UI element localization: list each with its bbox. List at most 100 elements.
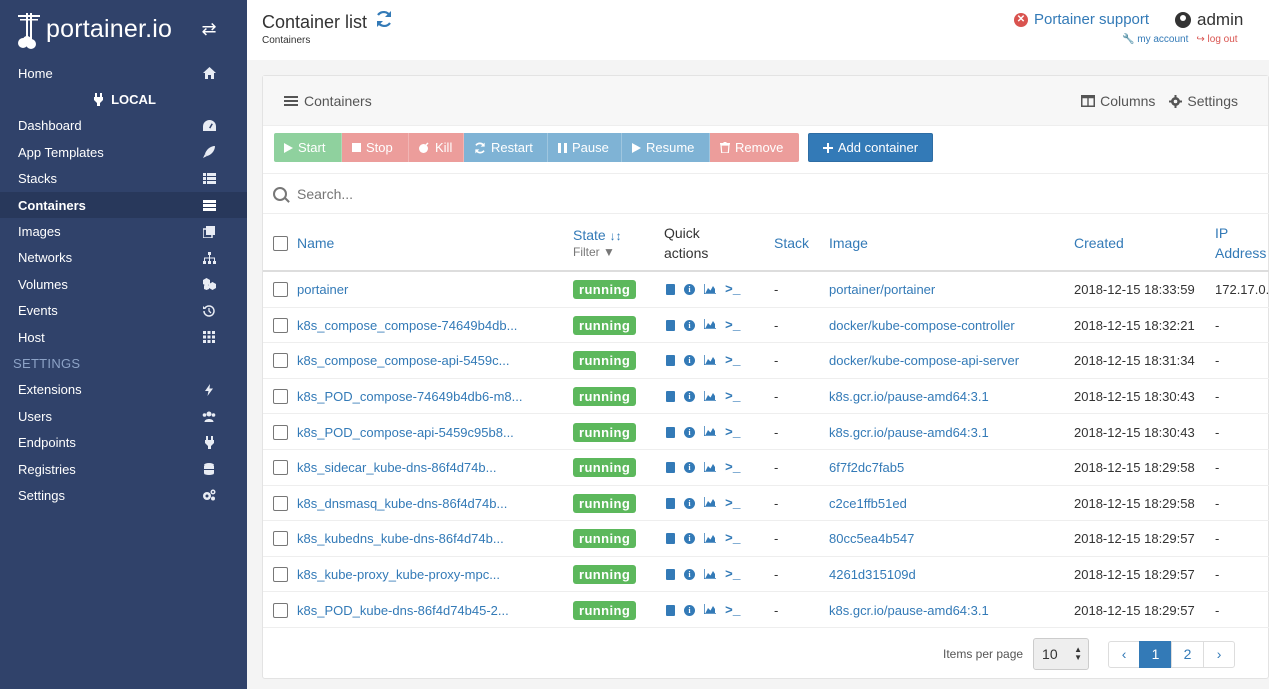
sidebar-item-host[interactable]: Host [0,324,247,350]
logs-icon[interactable] [666,426,675,438]
stats-icon[interactable] [703,568,716,582]
row-checkbox[interactable] [273,353,288,369]
image-column-header[interactable]: Image [829,214,868,272]
info-icon[interactable]: i [684,284,695,296]
kill-button[interactable]: Kill [409,133,464,162]
stats-icon[interactable] [703,390,716,404]
pause-button[interactable]: Pause [548,133,622,162]
start-button[interactable]: Start [274,133,342,162]
logs-icon[interactable] [666,569,675,581]
sidebar-item-networks[interactable]: Networks [0,245,247,271]
console-icon[interactable]: >_ [725,460,741,475]
image-link[interactable]: 4261d315109d [829,557,916,593]
restart-button[interactable]: Restart [464,133,548,162]
stats-icon[interactable] [703,532,716,546]
sidebar-item-endpoints[interactable]: Endpoints [0,429,247,455]
logs-icon[interactable] [666,319,675,331]
info-icon[interactable]: i [684,569,695,581]
container-name-link[interactable]: k8s_compose_compose-api-5459c... [297,343,567,379]
logs-icon[interactable] [666,462,675,474]
logs-icon[interactable] [666,497,675,509]
stats-icon[interactable] [703,461,716,475]
stats-icon[interactable] [703,318,716,332]
info-icon[interactable]: i [684,533,695,545]
row-checkbox[interactable] [273,282,288,298]
container-name-link[interactable]: k8s_kube-proxy_kube-proxy-mpc... [297,557,567,593]
ip-column-header[interactable]: IP Address [1215,214,1269,272]
console-icon[interactable]: >_ [725,425,741,440]
image-link[interactable]: k8s.gcr.io/pause-amd64:3.1 [829,414,989,450]
info-icon[interactable]: i [684,497,695,509]
columns-button[interactable]: Columns [1081,93,1155,109]
state-sort-header[interactable]: State ↓↕ [573,227,622,243]
resume-button[interactable]: Resume [622,133,710,162]
row-checkbox[interactable] [273,495,288,511]
row-checkbox[interactable] [273,317,288,333]
stop-button[interactable]: Stop [342,133,409,162]
container-name-link[interactable]: k8s_POD_compose-api-5459c95b8... [297,414,567,450]
created-column-header[interactable]: Created [1074,214,1124,272]
prev-page-button[interactable]: ‹ [1108,640,1141,668]
container-name-link[interactable]: k8s_POD_kube-dns-86f4d74b45-2... [297,592,567,628]
stats-icon[interactable] [703,496,716,510]
sidebar-item-events[interactable]: Events [0,298,247,324]
console-icon[interactable]: >_ [725,603,741,618]
console-icon[interactable]: >_ [725,282,741,297]
stats-icon[interactable] [703,603,716,617]
page-1-button[interactable]: 1 [1139,640,1173,668]
items-per-page-select[interactable]: 10 ▲ ▼ [1033,638,1090,670]
sidebar-item-registries[interactable]: Registries [0,456,247,482]
sidebar-item-dashboard[interactable]: Dashboard [0,113,247,139]
sidebar-item-containers[interactable]: Containers [0,191,247,219]
sidebar-item-app-templates[interactable]: App Templates [0,139,247,165]
stats-icon[interactable] [703,425,716,439]
image-link[interactable]: c2ce1ffb51ed [829,486,907,522]
next-page-button[interactable]: › [1203,640,1236,668]
info-icon[interactable]: i [684,462,695,474]
console-icon[interactable]: >_ [725,496,741,511]
info-icon[interactable]: i [684,355,695,367]
sidebar-item-volumes[interactable]: Volumes [0,271,247,297]
sidebar-item-stacks[interactable]: Stacks [0,166,247,192]
sidebar-toggle-icon[interactable]: ⇄ [198,19,220,39]
console-icon[interactable]: >_ [725,567,741,582]
info-icon[interactable]: i [684,319,695,331]
container-name-link[interactable]: k8s_POD_compose-74649b4db6-m8... [297,379,567,415]
portainer-support-link[interactable]: ✕ Portainer support [1014,11,1149,28]
image-link[interactable]: docker/kube-compose-api-server [829,343,1019,379]
console-icon[interactable]: >_ [725,531,741,546]
container-name-link[interactable]: k8s_kubedns_kube-dns-86f4d74b... [297,521,567,557]
row-checkbox[interactable] [273,567,288,583]
settings-button[interactable]: Settings [1169,93,1238,109]
row-checkbox[interactable] [273,602,288,618]
container-name-link[interactable]: k8s_compose_compose-74649b4db... [297,308,567,344]
logs-icon[interactable] [666,604,675,616]
add-container-button[interactable]: Add container [808,133,933,162]
remove-button[interactable]: Remove [710,133,799,162]
portainer-logo[interactable]: portainer.io [16,9,172,49]
page-2-button[interactable]: 2 [1171,640,1205,668]
search-input[interactable] [297,185,897,202]
logs-icon[interactable] [666,533,675,545]
image-link[interactable]: 80cc5ea4b547 [829,521,914,557]
sidebar-item-extensions[interactable]: Extensions [0,377,247,403]
image-link[interactable]: k8s.gcr.io/pause-amd64:3.1 [829,592,989,628]
logs-icon[interactable] [666,355,675,367]
image-link[interactable]: k8s.gcr.io/pause-amd64:3.1 [829,379,989,415]
logs-icon[interactable] [666,284,675,296]
sidebar-item-settings[interactable]: Settings [0,482,247,508]
state-filter-button[interactable]: Filter ▼ [573,245,615,259]
console-icon[interactable]: >_ [725,318,741,333]
container-name-link[interactable]: portainer [297,272,567,308]
stats-icon[interactable] [703,283,716,297]
my-account-link[interactable]: 🔧 my account [1122,34,1188,45]
log-out-link[interactable]: ↪ log out [1196,34,1237,45]
container-name-link[interactable]: k8s_sidecar_kube-dns-86f4d74b... [297,450,567,486]
info-icon[interactable]: i [684,604,695,616]
select-all-checkbox[interactable] [273,235,288,251]
container-name-link[interactable]: k8s_dnsmasq_kube-dns-86f4d74b... [297,486,567,522]
refresh-icon[interactable] [375,10,393,34]
console-icon[interactable]: >_ [725,389,741,404]
image-link[interactable]: 6f7f2dc7fab5 [829,450,904,486]
name-column-header[interactable]: Name [297,214,334,272]
